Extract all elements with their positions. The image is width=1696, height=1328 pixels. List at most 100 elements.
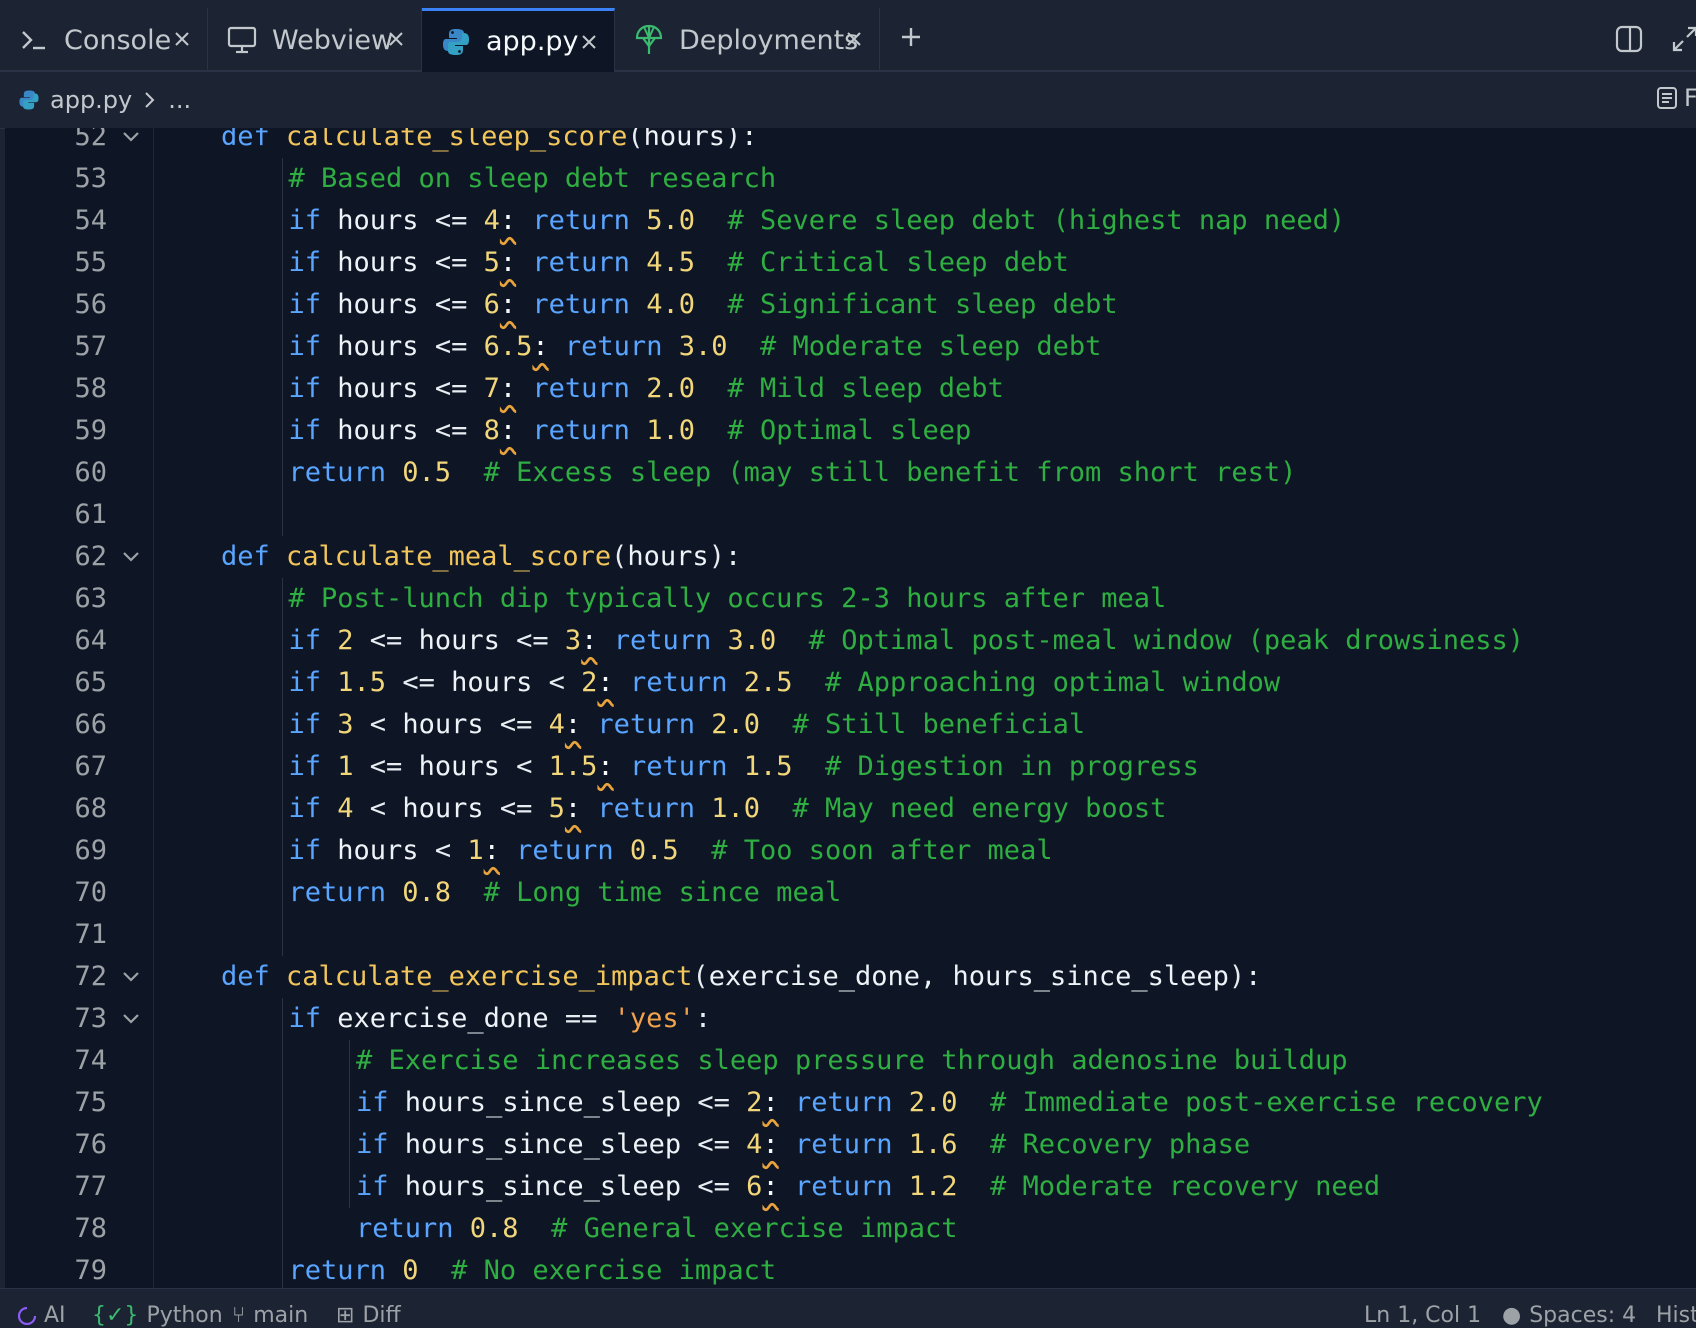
- line-number: 73: [74, 1003, 107, 1034]
- fold-chevron-icon[interactable]: [119, 536, 143, 578]
- outline-icon[interactable]: [1656, 86, 1678, 110]
- maximize-icon[interactable]: [1668, 22, 1696, 56]
- code-line[interactable]: if exercise_done == 'yes':: [289, 998, 712, 1040]
- code-line[interactable]: if 4 < hours <= 5: return 1.0 # May need…: [289, 788, 1167, 830]
- code-token: :: [499, 289, 517, 320]
- line-number: 61: [74, 499, 107, 530]
- code-token: 1.5: [337, 667, 403, 698]
- code-token: return: [613, 751, 744, 782]
- code-line[interactable]: return 0.5 # Excess sleep (may still ben…: [289, 452, 1297, 494]
- diff-icon: ⊞: [336, 1303, 355, 1328]
- code-line[interactable]: if hours_since_sleep <= 6: return 1.2 # …: [356, 1166, 1380, 1208]
- code-token: 2: [337, 625, 370, 656]
- tab-app-py[interactable]: app.py: [422, 8, 615, 72]
- code-token: :: [762, 1087, 779, 1118]
- code-line[interactable]: if hours <= 7: return 2.0 # Mild sleep d…: [289, 368, 1004, 410]
- fold-chevron-icon[interactable]: [119, 128, 143, 158]
- code-token: 3: [564, 625, 582, 656]
- code-token: if: [288, 205, 338, 236]
- code-token: <=: [434, 205, 484, 236]
- indent-guide: [281, 578, 283, 956]
- code-token: 5: [483, 247, 500, 278]
- code-token: return: [516, 415, 647, 446]
- close-icon[interactable]: [574, 27, 604, 57]
- code-line[interactable]: if hours <= 5: return 4.5 # Critical sle…: [289, 242, 1069, 284]
- code-line[interactable]: if hours_since_sleep <= 4: return 1.6 # …: [356, 1124, 1250, 1166]
- tab-webview[interactable]: Webview: [208, 8, 422, 72]
- code-token: if: [356, 1087, 405, 1118]
- code-token: 1.6: [908, 1129, 958, 1160]
- code-token: 1: [337, 751, 370, 782]
- close-icon[interactable]: [381, 24, 411, 54]
- code-token: :: [499, 205, 517, 236]
- code-line[interactable]: if 2 <= hours <= 3: return 3.0 # Optimal…: [289, 620, 1525, 662]
- status-history[interactable]: Hist: [1656, 1303, 1696, 1328]
- code-line[interactable]: if hours <= 4: return 5.0 # Severe sleep…: [289, 200, 1346, 242]
- code-line[interactable]: if hours <= 8: return 1.0 # Optimal slee…: [289, 410, 972, 452]
- status-branch[interactable]: ⑂ main: [232, 1303, 308, 1328]
- code-token: 2.0: [908, 1087, 958, 1118]
- code-line[interactable]: # Post-lunch dip typically occurs 2-3 ho…: [289, 578, 1167, 620]
- code-token: 2.0: [646, 373, 695, 404]
- code-token: <: [369, 793, 403, 824]
- code-line[interactable]: return 0 # No exercise impact: [289, 1250, 777, 1288]
- split-pane-icon[interactable]: [1612, 22, 1646, 56]
- code-line[interactable]: if hours <= 6: return 4.0 # Significant …: [289, 284, 1118, 326]
- code-token: <=: [369, 751, 419, 782]
- code-comment: # Exercise increases sleep pressure thro…: [356, 1045, 1348, 1076]
- code-line[interactable]: return 0.8 # Long time since meal: [289, 872, 842, 914]
- code-token: if: [288, 1003, 338, 1034]
- code-token: 4.0: [646, 289, 695, 320]
- code-token: 1.0: [646, 415, 695, 446]
- tab-console[interactable]: Console: [0, 8, 208, 72]
- code-token: hours: [418, 751, 517, 782]
- tab-label: Console: [64, 24, 172, 56]
- line-number: 54: [74, 205, 107, 236]
- code-area[interactable]: def calculate_sleep_score(hours): # Based…: [155, 128, 1696, 1288]
- code-line[interactable]: def calculate_meal_score(hours):: [221, 536, 741, 578]
- code-line[interactable]: def calculate_sleep_score(hours):: [221, 128, 757, 158]
- status-cursor-position[interactable]: Ln 1, Col 1: [1364, 1303, 1481, 1328]
- new-tab-button[interactable]: [894, 20, 928, 54]
- code-line[interactable]: return 0.8 # General exercise impact: [356, 1208, 957, 1250]
- code-token: 4: [337, 793, 370, 824]
- status-diff[interactable]: ⊞ Diff: [336, 1303, 401, 1328]
- code-token: <=: [516, 625, 565, 656]
- code-line[interactable]: if hours < 1: return 0.5 # Too soon afte…: [289, 830, 1053, 872]
- close-icon[interactable]: [167, 24, 197, 54]
- code-token: <=: [369, 625, 419, 656]
- line-number: 63: [74, 583, 107, 614]
- line-number: 68: [74, 793, 107, 824]
- code-line[interactable]: # Exercise increases sleep pressure thro…: [356, 1040, 1348, 1082]
- code-token: 6.5: [483, 331, 533, 362]
- code-token: 0.8: [469, 1213, 519, 1244]
- code-line[interactable]: if hours_since_sleep <= 2: return 2.0 # …: [356, 1082, 1543, 1124]
- code-token: return: [516, 247, 647, 278]
- status-indentation[interactable]: ● Spaces: 4: [1502, 1303, 1636, 1328]
- line-number: 67: [74, 751, 107, 782]
- breadcrumb-more[interactable]: ...: [168, 86, 191, 114]
- code-line[interactable]: if 1.5 <= hours < 2: return 2.5 # Approa…: [289, 662, 1281, 704]
- fold-chevron-icon[interactable]: [119, 998, 143, 1040]
- tab-deployments[interactable]: Deployments: [615, 8, 880, 72]
- code-token: :: [499, 415, 517, 446]
- code-token: 2.5: [743, 667, 793, 698]
- status-bar: AI {✓} Python ⑂ main ⊞ Diff Ln 1, Col 1 …: [0, 1288, 1696, 1328]
- breadcrumb-file[interactable]: app.py: [50, 86, 132, 114]
- status-ai[interactable]: AI: [18, 1303, 66, 1328]
- code-token: 2: [581, 667, 598, 698]
- code-editor[interactable]: 52 53 54 55 56 57 58 59 60 61 62 63 64 65 66 67 68 69 70 71…: [5, 128, 1696, 1288]
- code-line[interactable]: if 1 <= hours < 1.5: return 1.5 # Digest…: [289, 746, 1199, 788]
- code-line[interactable]: def calculate_exercise_impact(exercise_d…: [221, 956, 1261, 998]
- close-icon[interactable]: [839, 24, 869, 54]
- code-token: ==: [564, 1003, 614, 1034]
- code-token: :: [564, 709, 582, 740]
- outline-label[interactable]: F: [1684, 84, 1696, 112]
- code-line[interactable]: # Based on sleep debt research: [289, 158, 777, 200]
- status-language[interactable]: {✓} Python: [92, 1303, 223, 1328]
- code-line[interactable]: if 3 < hours <= 4: return 2.0 # Still be…: [289, 704, 1086, 746]
- code-token: 0.5: [402, 457, 452, 488]
- code-token: :: [499, 373, 517, 404]
- fold-chevron-icon[interactable]: [119, 956, 143, 998]
- code-line[interactable]: if hours <= 6.5: return 3.0 # Moderate s…: [289, 326, 1102, 368]
